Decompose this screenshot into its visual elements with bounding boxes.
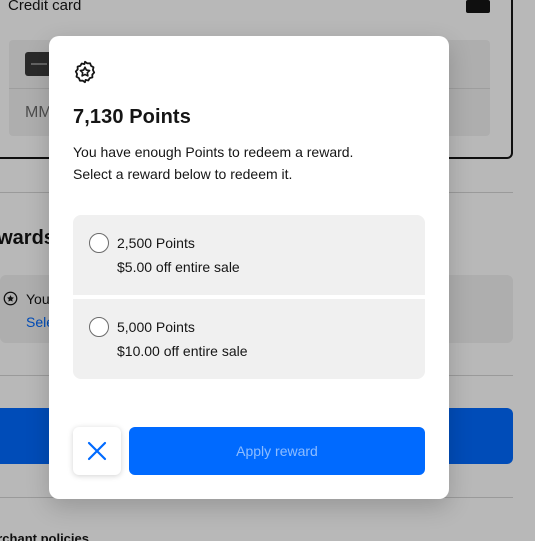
reward-points: 5,000 Points: [117, 319, 195, 335]
description-line: Select a reward below to redeem it.: [73, 166, 293, 182]
radio-button[interactable]: [89, 233, 109, 253]
description-line: You have enough Points to redeem a rewar…: [73, 144, 354, 160]
reward-points: 2,500 Points: [117, 235, 195, 251]
redeem-reward-dialog: 7,130 Points You have enough Points to r…: [49, 36, 449, 499]
radio-button[interactable]: [89, 317, 109, 337]
close-button[interactable]: [73, 427, 121, 475]
reward-description: $5.00 off entire sale: [117, 259, 240, 275]
reward-option-5000[interactable]: 5,000 Points $10.00 off entire sale: [73, 299, 425, 379]
points-balance-title: 7,130 Points: [73, 106, 191, 128]
apply-reward-button[interactable]: Apply reward: [129, 427, 425, 475]
dialog-description: You have enough Points to redeem a rewar…: [73, 141, 413, 185]
reward-option-2500[interactable]: 2,500 Points $5.00 off entire sale: [73, 215, 425, 295]
reward-options-list: 2,500 Points $5.00 off entire sale 5,000…: [73, 215, 425, 379]
star-badge-icon: [74, 60, 96, 84]
reward-description: $10.00 off entire sale: [117, 343, 248, 359]
close-icon: [87, 441, 107, 461]
